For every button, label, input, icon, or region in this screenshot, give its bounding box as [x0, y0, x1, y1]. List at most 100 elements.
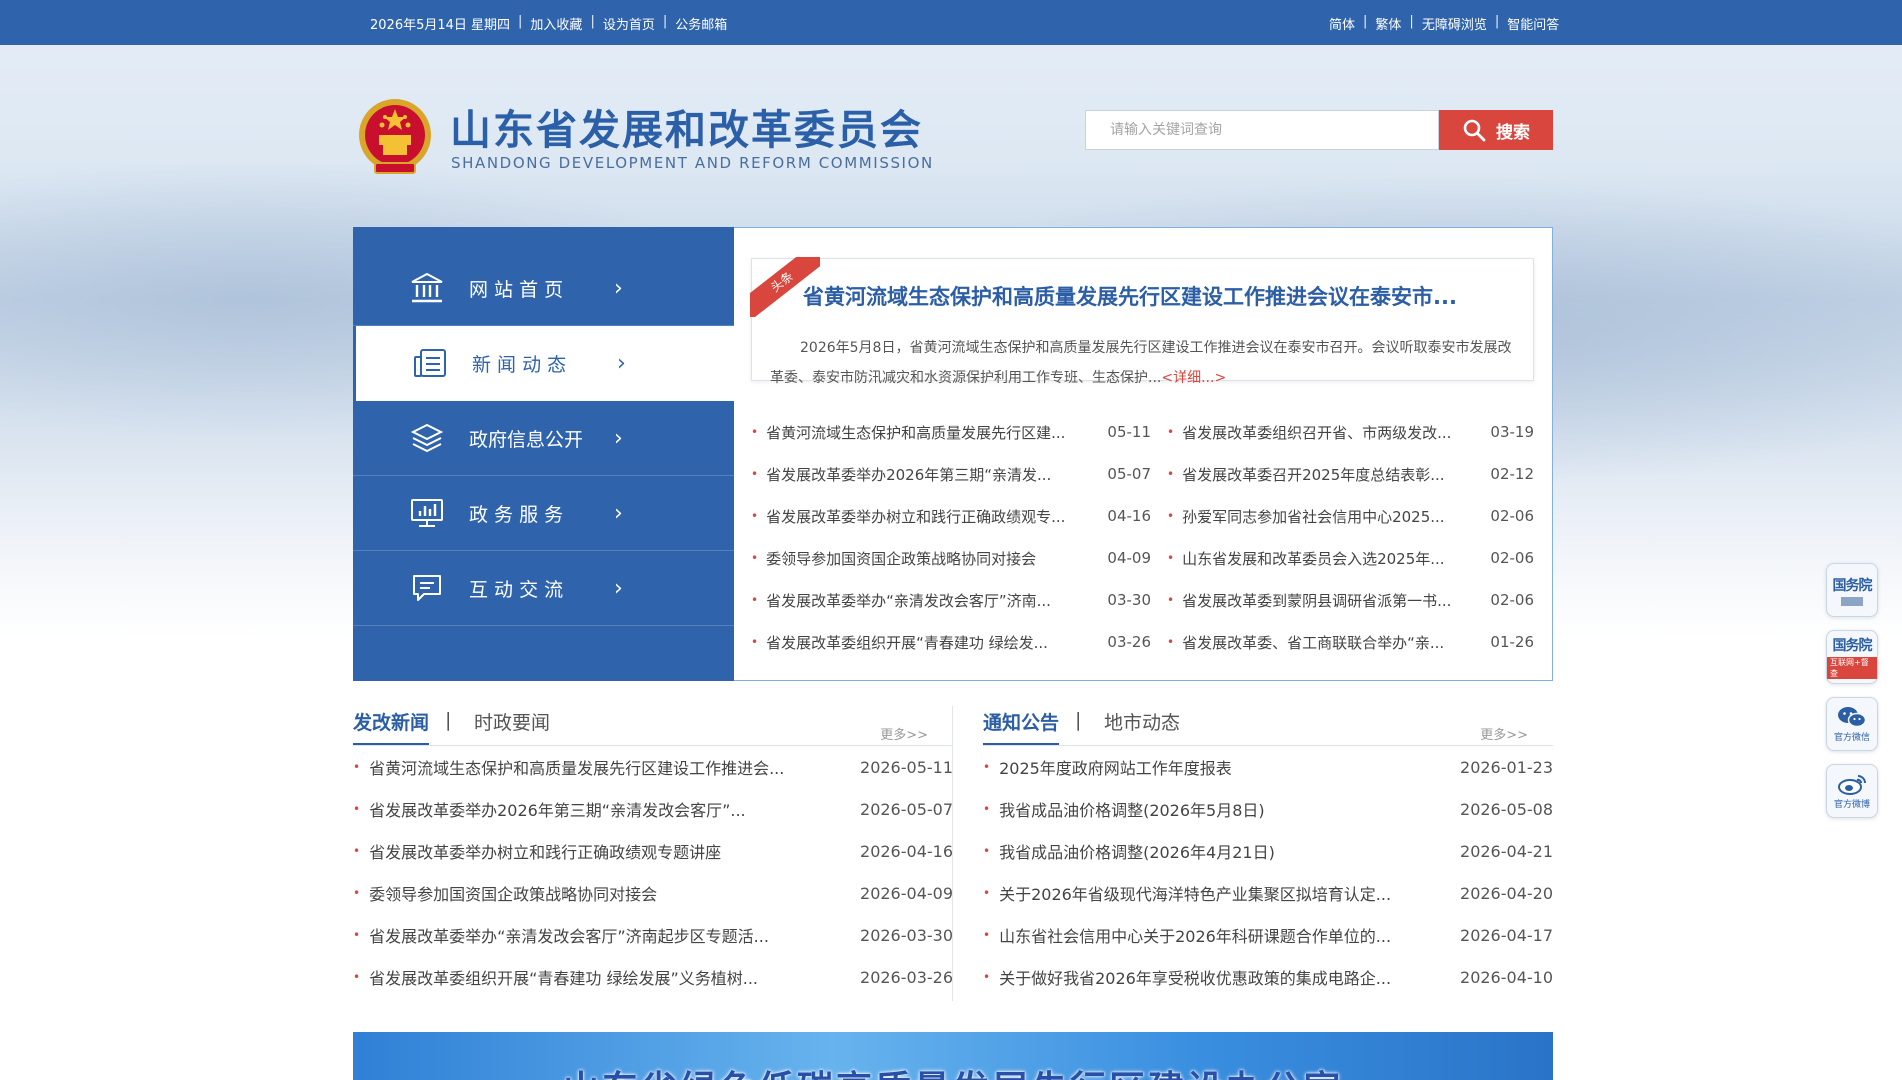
list-item[interactable]: • 关于2026年省级现代海洋特色产业集聚区拟培育认定... 2026-04-20: [983, 872, 1553, 914]
headline-more-link[interactable]: <详细...>: [1161, 370, 1226, 386]
news-item[interactable]: • 省发展改革委召开2025年度总结表彰... 02-12: [1167, 453, 1534, 495]
traditional-chinese-link[interactable]: 繁体: [1375, 14, 1401, 33]
nav-item-news[interactable]: 新 闻 动 态 ›: [356, 326, 734, 401]
news-item[interactable]: • 省发展改革委到蒙阴县调研省派第一书... 02-06: [1167, 579, 1534, 621]
item-date: 2026-04-17: [1460, 925, 1553, 945]
item-date: 2026-05-07: [860, 799, 953, 819]
nav-item-services[interactable]: 政 务 服 务 ›: [353, 476, 734, 551]
news-item[interactable]: • 省发展改革委组织开展“青春建功 绿绘发... 03-26: [751, 621, 1151, 663]
simplified-chinese-link[interactable]: 简体: [1329, 14, 1355, 33]
more-link[interactable]: 更多>>: [880, 724, 928, 743]
list-item[interactable]: • 省发展改革委举办树立和践行正确政绩观专题讲座 2026-04-16: [353, 830, 953, 872]
official-email-link[interactable]: 公务邮箱: [675, 14, 727, 33]
news-date: 04-16: [1107, 507, 1151, 525]
more-link[interactable]: 更多>>: [1480, 724, 1528, 743]
add-favorite-link[interactable]: 加入收藏: [530, 14, 582, 33]
top-bar: 2026年5月14日 星期四 | 加入收藏 | 设为首页 | 公务邮箱 简体 |…: [0, 0, 1902, 45]
news-panel: 头条 省黄河流域生态保护和高质量发展先行区建设工作推进会议在泰安市... 202…: [734, 227, 1553, 681]
news-date: 03-19: [1490, 423, 1534, 441]
news-item[interactable]: • 省发展改革委举办2026年第三期“亲清发... 05-07: [751, 453, 1151, 495]
notices-list: • 2025年度政府网站工作年度报表 2026-01-23 • 我省成品油价格调整(20…: [983, 746, 1553, 998]
news-item[interactable]: • 省发展改革委举办树立和践行正确政绩观专... 04-16: [751, 495, 1151, 537]
item-date: 2026-04-10: [1460, 967, 1553, 987]
news-item[interactable]: • 委领导参加国资国企政策战略协同对接会 04-09: [751, 537, 1151, 579]
list-item[interactable]: • 省发展改革委举办2026年第三期“亲清发改会客厅”... 2026-05-07: [353, 788, 953, 830]
bullet: •: [983, 802, 991, 816]
search-input[interactable]: [1085, 110, 1439, 150]
bullet: •: [751, 635, 759, 649]
news-item[interactable]: • 省黄河流域生态保护和高质量发展先行区建... 05-11: [751, 411, 1151, 453]
bullet: •: [983, 760, 991, 774]
nav-item-gov-info[interactable]: 政府信息公开 ›: [353, 401, 734, 476]
tab-reform-news[interactable]: 发改新闻: [353, 708, 430, 745]
news-date: 03-26: [1107, 633, 1151, 651]
weibo-button[interactable]: 官方微博: [1826, 764, 1878, 818]
bullet: •: [751, 509, 759, 523]
bullet: •: [353, 844, 361, 858]
news-date: 05-07: [1107, 465, 1151, 483]
nav-item-home[interactable]: 网 站 首 页 ›: [353, 251, 734, 326]
list-item[interactable]: • 我省成品油价格调整(2026年4月21日) 2026-04-21: [983, 830, 1553, 872]
news-title: 省发展改革委举办“亲清发改会客厅”济南...: [766, 591, 1051, 610]
section-notices: 通知公告 | 地市动态 更多>> • 2025年度政府网站工作年度报表 2026-0…: [983, 706, 1553, 998]
tab-notices[interactable]: 通知公告: [983, 708, 1060, 745]
smart-qa-link[interactable]: 智能问答: [1507, 14, 1559, 33]
list-item[interactable]: • 山东省社会信用中心关于2026年科研课题合作单位的... 2026-04-17: [983, 914, 1553, 956]
news-item[interactable]: • 山东省发展和改革委员会入选2025年... 02-06: [1167, 537, 1534, 579]
news-title: 委领导参加国资国企政策战略协同对接会: [766, 549, 1037, 568]
tab-political-news[interactable]: 时政要闻: [474, 708, 550, 735]
item-date: 2026-04-21: [1460, 841, 1553, 861]
news-item[interactable]: • 省发展改革委组织召开省、市两级发改... 03-19: [1167, 411, 1534, 453]
separator: |: [590, 14, 595, 29]
list-item[interactable]: • 委领导参加国资国企政策战略协同对接会 2026-04-09: [353, 872, 953, 914]
national-emblem-logo[interactable]: [355, 95, 435, 180]
list-item[interactable]: • 关于做好我省2026年享受税收优惠政策的集成电路企... 2026-04-10: [983, 956, 1553, 998]
separator: |: [518, 14, 523, 29]
headline-card[interactable]: 头条 省黄河流域生态保护和高质量发展先行区建设工作推进会议在泰安市... 202…: [750, 257, 1534, 386]
wechat-button[interactable]: 官方微信: [1826, 697, 1878, 751]
nav-item-interaction[interactable]: 互 动 交 流 ›: [353, 551, 734, 626]
search-icon: [1463, 119, 1486, 142]
item-date: 2026-05-08: [1460, 799, 1553, 819]
banner-text: 山东省绿色低碳高质量发展先行区建设办公室: [563, 1060, 1343, 1080]
news-date: 04-09: [1107, 549, 1151, 567]
tab-separator: |: [1075, 709, 1082, 731]
bullet: •: [751, 593, 759, 607]
chevron-right-icon: ›: [614, 500, 623, 526]
chevron-right-icon: ›: [614, 575, 623, 601]
news-list-right: • 省发展改革委组织召开省、市两级发改... 03-19 • 省发展改革委召开2025年…: [1167, 411, 1534, 663]
nav-label: 新 闻 动 态: [472, 353, 567, 376]
news-item[interactable]: • 省发展改革委、省工商联联合举办“亲... 01-26: [1167, 621, 1534, 663]
list-item[interactable]: • 省发展改革委组织开展“青春建功 绿绘发展”义务植树... 2026-03-26: [353, 956, 953, 998]
headline-title[interactable]: 省黄河流域生态保护和高质量发展先行区建设工作推进会议在泰安市...: [803, 281, 1457, 311]
separator: |: [1494, 14, 1500, 29]
item-title: 省发展改革委举办树立和践行正确政绩观专题讲座: [369, 843, 722, 862]
item-date: 2026-04-16: [860, 841, 953, 861]
set-homepage-link[interactable]: 设为首页: [603, 14, 655, 33]
tab-city-news[interactable]: 地市动态: [1104, 708, 1180, 735]
bullet: •: [751, 467, 759, 481]
item-title: 省发展改革委组织开展“青春建功 绿绘发展”义务植树...: [369, 969, 759, 988]
accessibility-link[interactable]: 无障碍浏览: [1422, 14, 1487, 33]
section-tabs: 发改新闻 | 时政要闻 更多>>: [353, 706, 953, 746]
main-nav: 网 站 首 页 › 新 闻 动 态 › 政府信息公开 › 政 务 服 务 › 互…: [353, 227, 734, 681]
item-title: 山东省社会信用中心关于2026年科研课题合作单位的...: [999, 927, 1392, 946]
bullet: •: [1167, 551, 1175, 565]
bullet: •: [983, 886, 991, 900]
chevron-right-icon: ›: [614, 275, 623, 301]
wechat-caption: 官方微信: [1833, 733, 1870, 743]
news-item[interactable]: • 孙爱军同志参加省社会信用中心2025... 02-06: [1167, 495, 1534, 537]
promo-banner[interactable]: 山东省绿色低碳高质量发展先行区建设办公室: [353, 1032, 1553, 1080]
list-item[interactable]: • 省黄河流域生态保护和高质量发展先行区建设工作推进会... 2026-05-11: [353, 746, 953, 788]
nav-label: 网 站 首 页: [469, 278, 564, 301]
bullet: •: [983, 970, 991, 984]
list-item[interactable]: • 2025年度政府网站工作年度报表 2026-01-23: [983, 746, 1553, 788]
list-item[interactable]: • 我省成品油价格调整(2026年5月8日) 2026-05-08: [983, 788, 1553, 830]
list-item[interactable]: • 省发展改革委举办“亲清发改会客厅”济南起步区专题活... 2026-03-30: [353, 914, 953, 956]
search-button[interactable]: 搜索: [1439, 110, 1553, 150]
section-reform-news: 发改新闻 | 时政要闻 更多>> • 省黄河流域生态保护和高质量发展先行区建设工作…: [353, 706, 953, 998]
gov-client-button[interactable]: 国务院: [1826, 563, 1878, 617]
gov-inspection-button[interactable]: 国务院 互联网+督查: [1826, 630, 1878, 684]
news-item[interactable]: • 省发展改革委举办“亲清发改会客厅”济南... 03-30: [751, 579, 1151, 621]
item-title: 我省成品油价格调整(2026年5月8日): [999, 801, 1265, 820]
